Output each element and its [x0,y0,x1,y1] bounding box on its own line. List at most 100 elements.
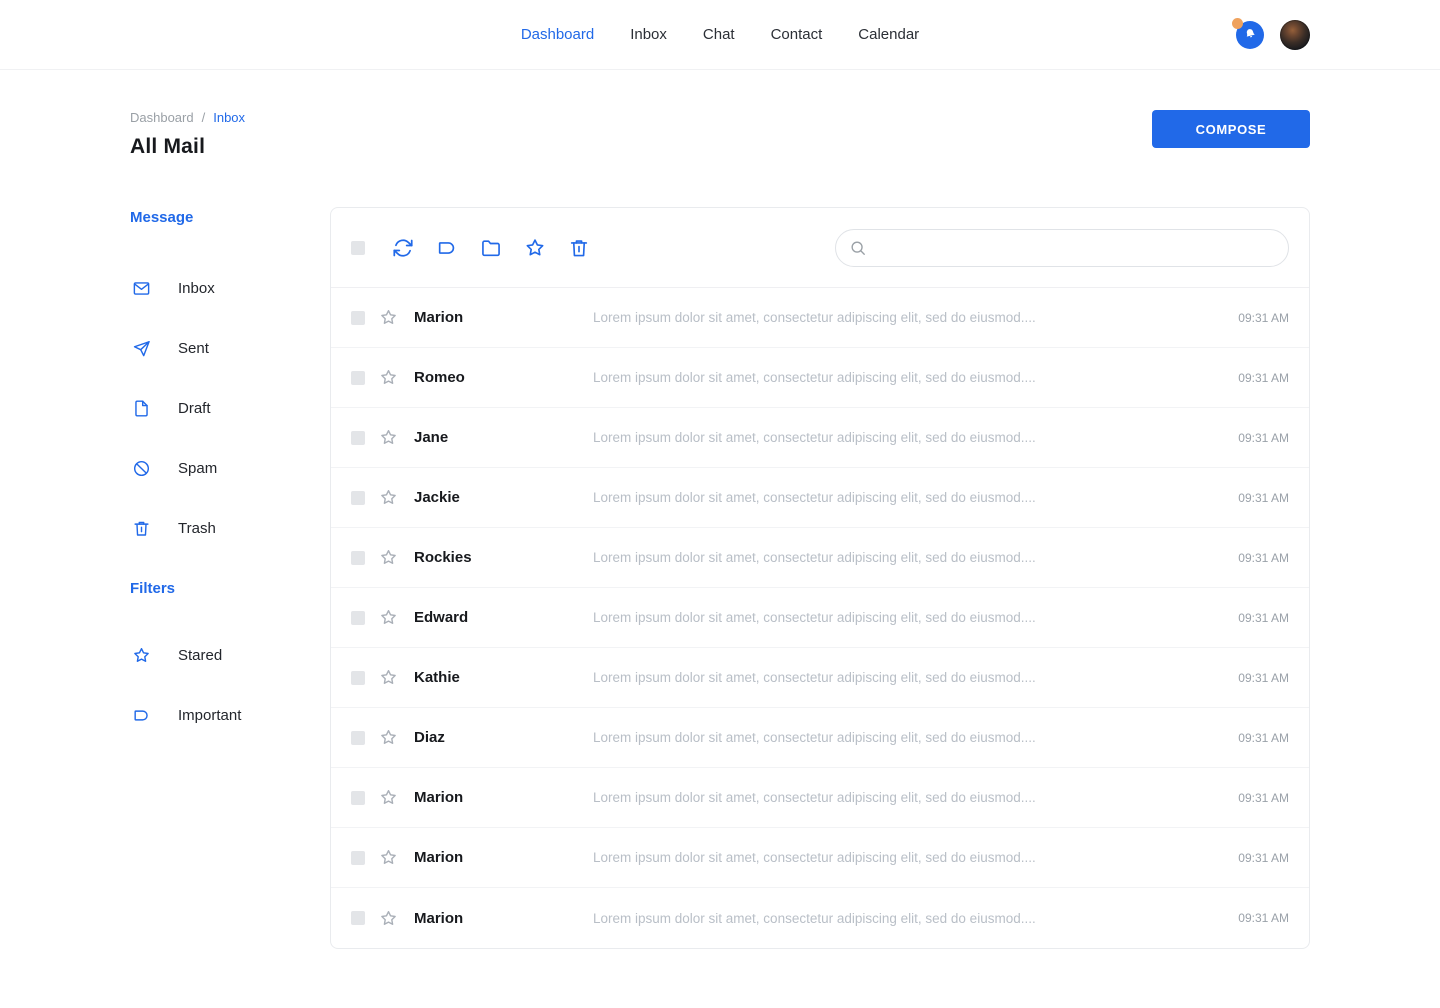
top-navigation-bar: Dashboard Inbox Chat Contact Calendar [0,0,1440,70]
mail-row[interactable]: Romeo Lorem ipsum dolor sit amet, consec… [331,348,1309,408]
toolbar-refresh-icon[interactable] [392,237,414,259]
row-star-icon[interactable] [379,909,398,928]
label-icon [132,706,151,725]
toolbar-trash-icon[interactable] [568,237,590,259]
row-checkbox[interactable] [351,851,365,865]
mail-toolbar [331,208,1309,288]
nav-item-chat[interactable]: Chat [703,26,735,43]
mail-row[interactable]: Jackie Lorem ipsum dolor sit amet, conse… [331,468,1309,528]
search-input[interactable] [835,229,1289,267]
sidebar-item-spam[interactable]: Spam [130,438,330,498]
row-star-icon[interactable] [379,428,398,447]
notification-badge-dot [1232,18,1243,29]
row-checkbox[interactable] [351,551,365,565]
trash-icon [132,519,151,538]
mail-row[interactable]: Marion Lorem ipsum dolor sit amet, conse… [331,288,1309,348]
star-icon [132,646,151,665]
row-checkbox[interactable] [351,911,365,925]
mail-sender: Edward [414,609,593,626]
mail-time: 09:31 AM [1238,431,1289,445]
sidebar-item-label: Spam [178,460,217,477]
row-star-icon[interactable] [379,728,398,747]
sidebar-item-label: Trash [178,520,216,537]
row-checkbox[interactable] [351,731,365,745]
row-star-icon[interactable] [379,548,398,567]
row-checkbox[interactable] [351,491,365,505]
page-header: Dashboard/Inbox All Mail COMPOSE [130,110,1310,159]
mail-preview: Lorem ipsum dolor sit amet, consectetur … [593,790,1222,805]
toolbar-star-icon[interactable] [524,237,546,259]
row-star-icon[interactable] [379,488,398,507]
mail-row[interactable]: Diaz Lorem ipsum dolor sit amet, consect… [331,708,1309,768]
mail-row[interactable]: Marion Lorem ipsum dolor sit amet, conse… [331,888,1309,948]
mail-preview: Lorem ipsum dolor sit amet, consectetur … [593,550,1222,565]
mail-time: 09:31 AM [1238,311,1289,325]
mail-rows: Marion Lorem ipsum dolor sit amet, conse… [331,288,1309,948]
mail-sender: Kathie [414,669,593,686]
sidebar-item-draft[interactable]: Draft [130,378,330,438]
mail-time: 09:31 AM [1238,731,1289,745]
sidebar-item-label: Draft [178,400,211,417]
sidebar-item-inbox[interactable]: Inbox [130,258,330,318]
mail-time: 09:31 AM [1238,491,1289,505]
mail-row[interactable]: Rockies Lorem ipsum dolor sit amet, cons… [331,528,1309,588]
app-root: Dashboard Inbox Chat Contact Calendar Dashbo… [0,0,1440,1008]
toolbar-actions [392,237,590,259]
mail-row[interactable]: Kathie Lorem ipsum dolor sit amet, conse… [331,648,1309,708]
topbar-right [1236,20,1310,50]
nav-item-inbox[interactable]: Inbox [630,26,667,43]
user-avatar[interactable] [1280,20,1310,50]
mail-row[interactable]: Marion Lorem ipsum dolor sit amet, conse… [331,828,1309,888]
main-nav: Dashboard Inbox Chat Contact Calendar [0,26,1440,43]
row-star-icon[interactable] [379,848,398,867]
row-checkbox[interactable] [351,611,365,625]
mail-preview: Lorem ipsum dolor sit amet, consectetur … [593,490,1222,505]
breadcrumb-dashboard[interactable]: Dashboard [130,110,194,125]
sidebar-item-important[interactable]: Important [130,685,330,745]
sidebar-item-stared[interactable]: Stared [130,625,330,685]
mail-sender: Marion [414,309,593,326]
sidebar-item-label: Inbox [178,280,215,297]
select-all-checkbox[interactable] [351,241,365,255]
row-star-icon[interactable] [379,788,398,807]
mail-time: 09:31 AM [1238,911,1289,925]
row-checkbox[interactable] [351,431,365,445]
row-checkbox[interactable] [351,311,365,325]
compose-button[interactable]: COMPOSE [1152,110,1310,148]
page-title: All Mail [130,135,245,159]
mail-preview: Lorem ipsum dolor sit amet, consectetur … [593,430,1222,445]
mail-time: 09:31 AM [1238,851,1289,865]
mail-row[interactable]: Marion Lorem ipsum dolor sit amet, conse… [331,768,1309,828]
sidebar-item-sent[interactable]: Sent [130,318,330,378]
nav-item-dashboard[interactable]: Dashboard [521,26,594,43]
sidebar-item-trash[interactable]: Trash [130,498,330,558]
nav-item-contact[interactable]: Contact [771,26,823,43]
mail-sender: Rockies [414,549,593,566]
mail-icon [132,279,151,298]
row-star-icon[interactable] [379,668,398,687]
row-checkbox[interactable] [351,371,365,385]
mail-sender: Jackie [414,489,593,506]
row-star-icon[interactable] [379,608,398,627]
search-icon [849,239,867,257]
mail-sender: Romeo [414,369,593,386]
mail-sender: Marion [414,910,593,927]
row-star-icon[interactable] [379,368,398,387]
mail-preview: Lorem ipsum dolor sit amet, consectetur … [593,850,1222,865]
sidebar-item-label: Important [178,707,241,724]
mail-time: 09:31 AM [1238,611,1289,625]
breadcrumb: Dashboard/Inbox [130,110,245,125]
mail-time: 09:31 AM [1238,371,1289,385]
row-star-icon[interactable] [379,308,398,327]
notifications-button[interactable] [1236,21,1264,49]
toolbar-folder-icon[interactable] [480,237,502,259]
mail-preview: Lorem ipsum dolor sit amet, consectetur … [593,730,1222,745]
row-checkbox[interactable] [351,791,365,805]
row-checkbox[interactable] [351,671,365,685]
mail-row[interactable]: Jane Lorem ipsum dolor sit amet, consect… [331,408,1309,468]
toolbar-label-icon[interactable] [436,237,458,259]
mail-row[interactable]: Edward Lorem ipsum dolor sit amet, conse… [331,588,1309,648]
nav-item-calendar[interactable]: Calendar [858,26,919,43]
breadcrumb-inbox[interactable]: Inbox [213,110,245,125]
sidebar: Message Inbox Sent Draft Spam Trash Filt… [130,207,330,949]
